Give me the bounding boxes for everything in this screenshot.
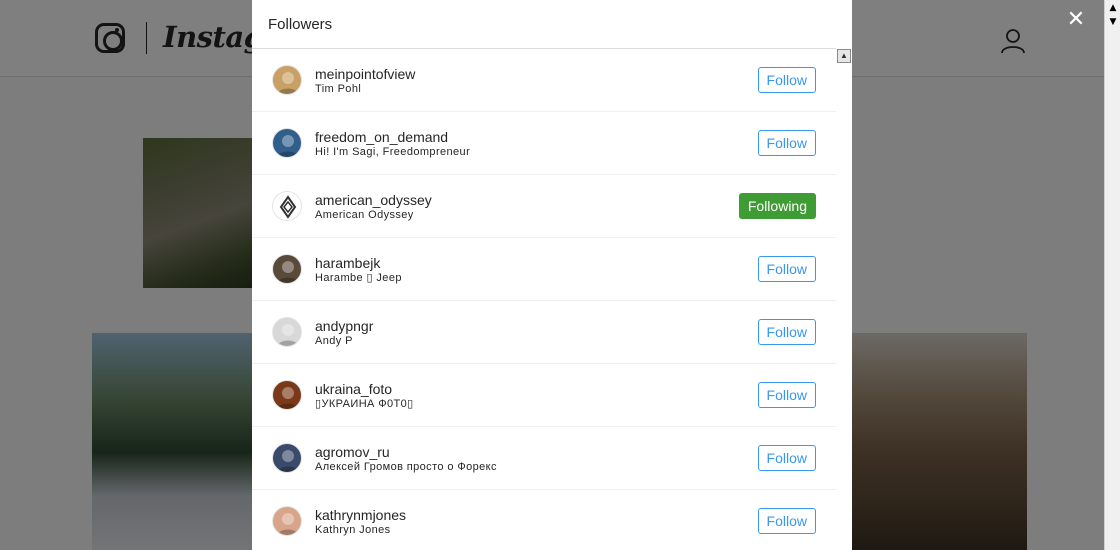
follower-fullname: ▯УКРАИНА Ф0Т0▯: [315, 398, 414, 410]
avatar[interactable]: [272, 443, 302, 473]
follower-fullname: Kathryn Jones: [315, 524, 391, 536]
dialog-scrollbar[interactable]: ▲: [836, 48, 852, 550]
dialog-title: Followers: [268, 15, 333, 33]
follow-button[interactable]: Follow: [757, 130, 816, 156]
avatar[interactable]: [272, 191, 302, 221]
follower-names: andypngr Andy P: [315, 318, 373, 348]
follower-names: american_odyssey American Odyssey: [315, 192, 432, 222]
follower-names: meinpointofview Tim Pohl: [315, 66, 415, 96]
followers-dialog: Followers meinpointofview Tim Pohl Follo…: [252, 0, 852, 550]
follow-button[interactable]: Follow: [757, 256, 816, 282]
follow-button[interactable]: Follow: [757, 508, 816, 534]
follow-button[interactable]: Follow: [757, 445, 816, 471]
follower-names: ukraina_foto ▯УКРАИНА Ф0Т0▯: [315, 381, 414, 411]
avatar[interactable]: [272, 128, 302, 158]
follower-row: harambejk Harambe ▯ Jeep Follow: [252, 238, 836, 301]
follower-row: american_odyssey American Odyssey Follow…: [252, 175, 836, 238]
following-button[interactable]: Following: [738, 193, 816, 219]
avatar[interactable]: [272, 380, 302, 410]
scroll-down-arrow-icon[interactable]: ▼: [1106, 15, 1120, 29]
follower-row: agromov_ru Алексей Громов просто о Форек…: [252, 427, 836, 490]
scroll-up-arrow-icon[interactable]: ▲: [837, 49, 851, 63]
follower-names: agromov_ru Алексей Громов просто о Форек…: [315, 444, 497, 474]
avatar[interactable]: [272, 65, 302, 95]
follower-username[interactable]: agromov_ru: [315, 444, 497, 460]
avatar[interactable]: [272, 254, 302, 284]
scroll-up-arrow-icon[interactable]: ▲: [1106, 1, 1120, 15]
follower-row: freedom_on_demand Hi! I'm Sagi, Freedomp…: [252, 112, 836, 175]
follower-names: kathrynmjones Kathryn Jones: [315, 507, 406, 537]
follow-button[interactable]: Follow: [757, 67, 816, 93]
follower-row: andypngr Andy P Follow: [252, 301, 836, 364]
follower-username[interactable]: harambejk: [315, 255, 402, 271]
follower-fullname: Andy P: [315, 335, 353, 347]
follower-fullname: Hi! I'm Sagi, Freedompreneur: [315, 146, 471, 158]
followers-list: meinpointofview Tim Pohl Follow freedom_…: [252, 49, 836, 550]
follower-username[interactable]: andypngr: [315, 318, 373, 334]
follower-row: ukraina_foto ▯УКРАИНА Ф0Т0▯ Follow: [252, 364, 836, 427]
follower-username[interactable]: freedom_on_demand: [315, 129, 470, 145]
follower-username[interactable]: meinpointofview: [315, 66, 415, 82]
follower-fullname: American Odyssey: [315, 209, 414, 221]
close-icon[interactable]: ✕: [1064, 8, 1088, 32]
follower-row: meinpointofview Tim Pohl Follow: [252, 49, 836, 112]
follower-username[interactable]: american_odyssey: [315, 192, 432, 208]
follower-fullname: Tim Pohl: [315, 83, 362, 95]
follow-button[interactable]: Follow: [757, 319, 816, 345]
follower-names: harambejk Harambe ▯ Jeep: [315, 255, 402, 285]
avatar[interactable]: [272, 506, 302, 536]
follower-names: freedom_on_demand Hi! I'm Sagi, Freedomp…: [315, 129, 470, 159]
follower-fullname: Harambe ▯ Jeep: [315, 272, 402, 284]
follower-fullname: Алексей Громов просто о Форекс: [315, 461, 497, 473]
follower-row: kathrynmjones Kathryn Jones Follow: [252, 490, 836, 550]
dialog-header: Followers: [252, 0, 852, 49]
avatar[interactable]: [272, 317, 302, 347]
follower-username[interactable]: ukraina_foto: [315, 381, 414, 397]
window-scrollbar[interactable]: ▲ ▼: [1104, 0, 1120, 550]
follow-button[interactable]: Follow: [757, 382, 816, 408]
follower-username[interactable]: kathrynmjones: [315, 507, 406, 523]
